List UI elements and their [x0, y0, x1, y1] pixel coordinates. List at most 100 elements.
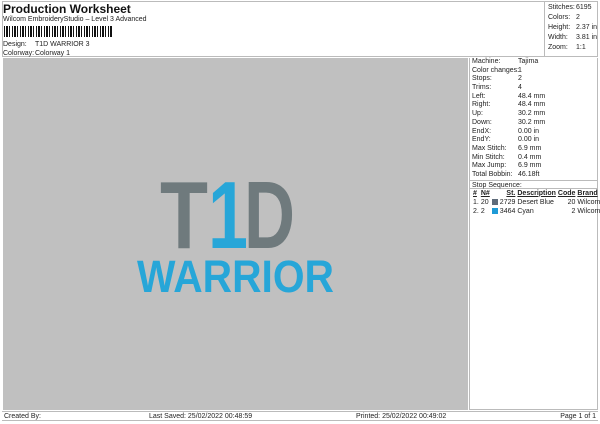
info-label: Stops:: [472, 75, 492, 83]
color-swatch: [491, 198, 499, 207]
info-label: EndX:: [472, 127, 492, 135]
stop-sequence-label: Stop Sequence:: [470, 179, 597, 189]
info-value: 2: [518, 75, 522, 83]
info-value: 48.4 mm: [518, 101, 546, 109]
info-label: Right:: [472, 101, 491, 109]
info-row: Up: 30.2 mm: [470, 110, 597, 119]
info-row: Max Jump: 6.9 mm: [470, 162, 597, 171]
colorway-value: Colorway 1: [35, 50, 71, 57]
printed-date: Printed: 25/02/2022 00:49:02: [356, 413, 447, 420]
page-number: Page 1 of 1: [560, 413, 596, 420]
footer: Created By: Last Saved: 25/02/2022 00:48…: [2, 411, 598, 421]
stat-height: Height: 2.37 in: [548, 23, 598, 33]
color-swatch: [491, 207, 499, 216]
info-label: Max Jump:: [472, 162, 507, 170]
stop-brand: Wilcom: [577, 207, 600, 215]
info-row: Total Bobbin: 46.18ft: [470, 171, 597, 180]
machine-info-panel: Machine: Tajima Color changes:1 Stops: 2 Trim…: [469, 58, 600, 410]
info-row: Machine: Tajima: [470, 58, 597, 67]
info-row: Down: 30.2 mm: [470, 119, 597, 128]
stat-value: 1:1: [576, 44, 586, 51]
col-stitches: St.: [506, 189, 516, 197]
info-label: Machine:: [472, 58, 501, 65]
info-value: 30.2 mm: [518, 110, 546, 118]
info-row: Stops: 2: [470, 75, 597, 84]
stats-box: Stitches:6195 Colors: 2 Height: 2.37 in Wi…: [544, 1, 598, 57]
stop-num: 2.: [473, 207, 479, 215]
design-canvas: T 1 D WARRIOR: [3, 58, 468, 410]
design-row: Design: T1D WARRIOR 3: [3, 41, 90, 48]
info-row: Right: 48.4 mm: [470, 101, 597, 110]
stat-label: Height:: [548, 24, 571, 31]
stat-label: Stitches:: [548, 4, 575, 11]
stat-colors: Colors: 2: [548, 13, 598, 23]
stop-description: Desert Blue: [517, 198, 554, 206]
stop-code: 2: [571, 207, 576, 215]
stat-zoom: Zoom: 1:1: [548, 43, 598, 53]
stop-code: 20: [567, 198, 576, 206]
col-description: Description: [517, 189, 556, 197]
stat-label: Colors:: [548, 14, 571, 21]
machine-info-rows: Machine: Tajima Color changes:1 Stops: 2 Trim…: [470, 58, 597, 180]
stop-needle: 2: [480, 207, 485, 215]
col-code: Code: [557, 189, 576, 197]
info-value: 30.2 mm: [518, 118, 546, 126]
info-label: Max Stitch:: [472, 144, 507, 152]
info-label: Total Bobbin:: [472, 170, 513, 178]
info-label: EndY:: [472, 136, 491, 144]
colorway-label: Colorway:: [3, 50, 35, 57]
info-label: Down:: [472, 118, 492, 126]
info-label: Trims:: [472, 84, 492, 92]
colorway-row: Colorway:Colorway 1: [3, 50, 70, 57]
stop-brand: Wilcom: [577, 198, 600, 206]
info-label: Left:: [472, 92, 486, 100]
info-value: 6.9 mm: [518, 144, 542, 152]
info-label: Color changes:: [472, 66, 520, 74]
stat-value: 2.37 in: [576, 24, 598, 31]
info-value: 0.00 in: [518, 136, 540, 144]
stat-width: Width: 3.81 in: [548, 33, 598, 43]
stat-label: Zoom:: [548, 44, 568, 51]
design-label: Design:: [3, 41, 27, 48]
info-value: 1: [518, 66, 522, 74]
info-value: 6.9 mm: [518, 162, 542, 170]
stat-value: 3.81 in: [576, 34, 598, 41]
col-brand: Brand: [577, 189, 598, 197]
last-saved: Last Saved: 25/02/2022 00:48:59: [149, 413, 253, 420]
info-row: Color changes:1: [470, 67, 597, 76]
software-subtitle: Wilcom EmbroideryStudio – Level 3 Advanc…: [3, 16, 147, 23]
stat-value: 6195: [576, 4, 592, 11]
stat-label: Width:: [548, 34, 568, 41]
col-num: #: [473, 189, 477, 197]
info-value: 4: [518, 84, 522, 92]
info-row: Left: 48.4 mm: [470, 93, 597, 102]
stop-stitches: 3464: [499, 207, 516, 215]
page-title: Production Worksheet: [3, 2, 131, 16]
stop-stitches: 2729: [499, 198, 516, 206]
info-label: Up:: [472, 110, 483, 118]
design-value: T1D WARRIOR 3: [35, 41, 90, 48]
info-value: 0.4 mm: [518, 153, 542, 161]
info-row: EndX: 0.00 in: [470, 128, 597, 137]
stop-description: Cyan: [517, 207, 534, 215]
table-row: 2. 2 3464 Cyan 2 Wilcom: [472, 207, 600, 216]
info-value: 48.4 mm: [518, 92, 546, 100]
created-by: Created By:: [4, 413, 41, 420]
design-warrior-text: WARRIOR: [137, 251, 334, 302]
info-row: EndY: 0.00 in: [470, 136, 597, 145]
stop-sequence-table: # N# St. Description Code Brand 1. 20 2729…: [472, 189, 600, 216]
stat-value: 2: [576, 14, 580, 21]
stop-needle: 20: [480, 198, 489, 206]
col-needle: N#: [480, 189, 490, 197]
info-row: Min Stitch: 0.4 mm: [470, 154, 597, 163]
stat-stitches: Stitches:6195: [548, 3, 598, 13]
table-header: # N# St. Description Code Brand: [472, 189, 600, 198]
info-value: 46.18ft: [518, 170, 540, 178]
info-row: Trims: 4: [470, 84, 597, 93]
embroidery-design: T 1 D WARRIOR: [137, 162, 334, 302]
info-value: 0.00 in: [518, 127, 540, 135]
info-row: Max Stitch: 6.9 mm: [470, 145, 597, 154]
info-value: Tajima: [518, 58, 539, 65]
stop-num: 1.: [473, 198, 479, 206]
info-label: Min Stitch:: [472, 153, 505, 161]
